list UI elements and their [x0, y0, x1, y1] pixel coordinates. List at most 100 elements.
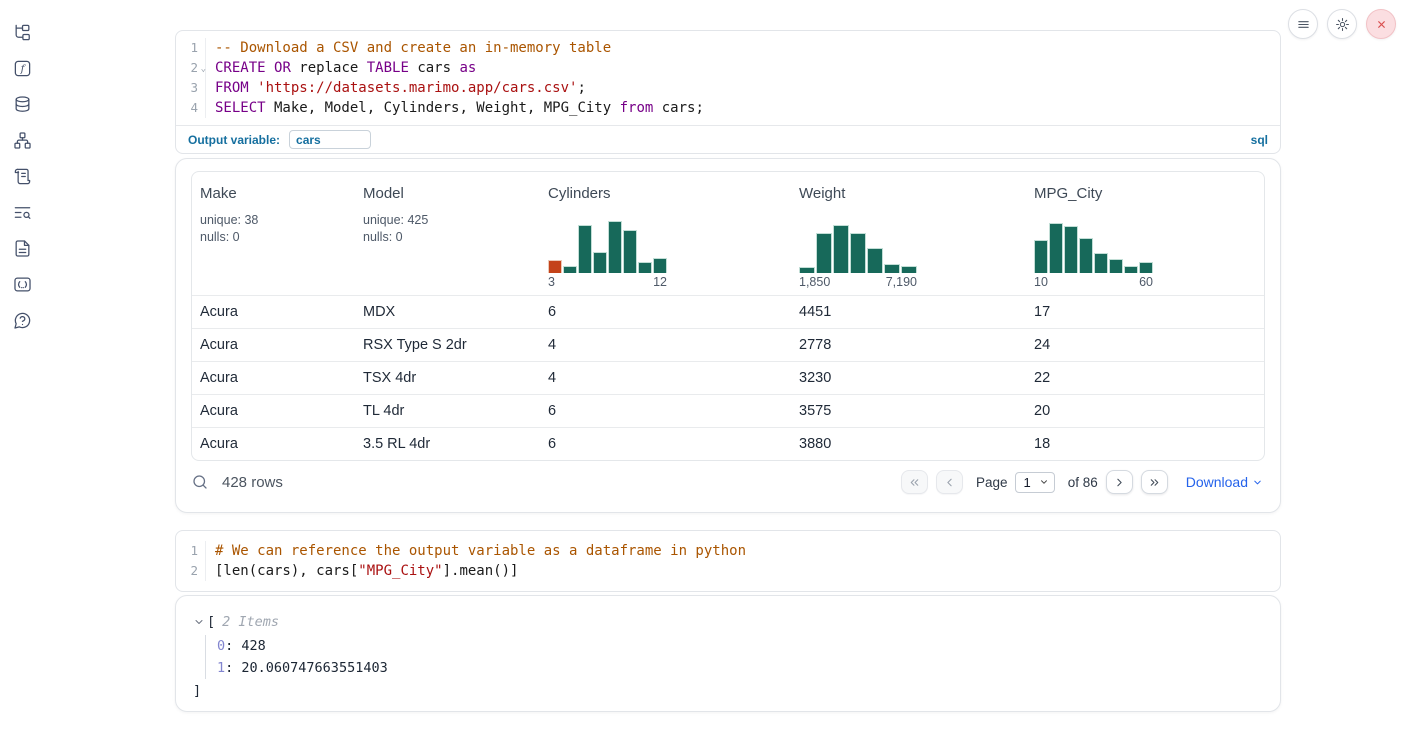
table-cell: 24 [1026, 337, 1265, 353]
table-row: AcuraRSX Type S 2dr4277824 [192, 328, 1264, 361]
table-cell: 22 [1026, 370, 1265, 386]
histogram-bar [593, 252, 607, 273]
dependency-graph-icon [13, 131, 32, 150]
table-header: Make unique: 38 nulls: 0 Model unique: 4… [192, 172, 1264, 295]
function-icon: f [13, 59, 32, 78]
item-value: 20.060747663551403 [241, 660, 387, 676]
histogram-bar [799, 267, 815, 273]
python-cell-editor[interactable]: 1 # We can reference the output variable… [175, 530, 1281, 592]
sidebar-item-help[interactable] [12, 310, 32, 330]
svg-text:f: f [19, 63, 26, 75]
table-cell: 6 [540, 436, 791, 452]
histogram-bar [623, 230, 637, 273]
column-header-model[interactable]: Model unique: 425 nulls: 0 [355, 172, 540, 295]
tree-root-line[interactable]: [ 2 Items [193, 612, 1262, 632]
code-line: 1 # We can reference the output variable… [176, 541, 1280, 561]
code-line: 3 FROM 'https://datasets.marimo.app/cars… [176, 78, 1280, 98]
column-header-cylinders[interactable]: Cylinders 3 12 [540, 172, 791, 295]
help-icon [13, 311, 32, 330]
line-number: 4 [176, 98, 198, 118]
chevrons-left-icon [908, 476, 921, 489]
sidebar-item-documentation[interactable] [12, 238, 32, 258]
code-line: 2⌄ CREATE OR replace TABLE cars as [176, 58, 1280, 78]
table-cell: Acura [192, 337, 355, 353]
sidebar-item-functions[interactable]: f [12, 58, 32, 78]
sidebar-item-scratchpad[interactable] [12, 166, 32, 186]
chevron-right-icon [1113, 476, 1126, 489]
code-editor[interactable]: 1 -- Download a CSV and create an in-mem… [176, 31, 1280, 125]
output-variable-input[interactable] [289, 130, 371, 149]
table-cell: 3575 [791, 403, 1026, 419]
sidebar-item-dependency-graph[interactable] [12, 130, 32, 150]
column-header-weight[interactable]: Weight 1,850 7,190 [791, 172, 1026, 295]
hist-max-label: 7,190 [886, 275, 917, 292]
sidebar: f [0, 0, 44, 729]
table-cell: 17 [1026, 304, 1265, 320]
item-separator: : [225, 660, 241, 676]
table-cell: MDX [355, 304, 540, 320]
last-page-button[interactable] [1141, 470, 1168, 494]
table-cell: 4451 [791, 304, 1026, 320]
language-badge: sql [1251, 133, 1268, 147]
sidebar-item-datasources[interactable] [12, 94, 32, 114]
item-index: 1 [217, 660, 225, 676]
list-item: 0: 428 [217, 635, 1262, 657]
first-page-button[interactable] [901, 470, 928, 494]
download-button[interactable]: Download [1186, 474, 1263, 490]
page-select-value: 1 [1023, 475, 1030, 490]
table-cell: Acura [192, 436, 355, 452]
shutdown-x-icon [1374, 17, 1389, 32]
page-label: Page [976, 475, 1008, 490]
chevron-down-icon[interactable] [193, 616, 205, 628]
menu-button[interactable] [1288, 9, 1318, 39]
code-line: 1 -- Download a CSV and create an in-mem… [176, 38, 1280, 58]
output-variable-label: Output variable: [188, 133, 280, 147]
table-cell: 4 [540, 337, 791, 353]
histogram-bar [867, 248, 883, 273]
next-page-button[interactable] [1106, 470, 1133, 494]
code-text: CREATE OR replace TABLE cars as [206, 58, 476, 78]
column-histogram: 1,850 7,190 [799, 217, 917, 292]
histogram-range-labels: 1,850 7,190 [799, 275, 917, 292]
gutter: 3 [176, 78, 206, 98]
hist-min-label: 1,850 [799, 275, 830, 292]
histogram-bars [548, 217, 667, 273]
chevron-down-icon [1252, 477, 1263, 488]
table-cell: RSX Type S 2dr [355, 337, 540, 353]
sidebar-item-snippets[interactable] [12, 274, 32, 294]
page-select[interactable]: 1 [1015, 472, 1054, 493]
search-icon[interactable] [191, 473, 209, 491]
table-cell: TL 4dr [355, 403, 540, 419]
column-label: Weight [799, 185, 1018, 202]
sql-cell-editor[interactable]: 1 -- Download a CSV and create an in-mem… [175, 30, 1281, 154]
item-value: 428 [241, 638, 265, 654]
sidebar-item-file-tree[interactable] [12, 22, 32, 42]
table-row: AcuraMDX6445117 [192, 295, 1264, 328]
column-label: Make [200, 185, 347, 202]
settings-button[interactable] [1327, 9, 1357, 39]
line-number: 1 [176, 541, 198, 561]
column-header-mpg-city[interactable]: MPG_City 10 60 [1026, 172, 1265, 295]
previous-page-button[interactable] [936, 470, 963, 494]
histogram-bar [1034, 240, 1048, 273]
table-row: Acura3.5 RL 4dr6388018 [192, 427, 1264, 460]
chevron-down-icon [1039, 477, 1049, 487]
code-text: SELECT Make, Model, Cylinders, Weight, M… [206, 98, 704, 118]
item-index: 0 [217, 638, 225, 654]
unique-stat: unique: 425 [363, 212, 532, 229]
document-icon [13, 239, 32, 258]
shutdown-button[interactable] [1366, 9, 1396, 39]
histogram-bar [578, 225, 592, 273]
line-number: 2 [176, 561, 198, 581]
histogram-bar [1109, 259, 1123, 273]
histogram-bar [653, 258, 667, 273]
table-cell: 4 [540, 370, 791, 386]
column-histogram: 3 12 [548, 217, 667, 292]
fold-chevron-icon[interactable]: ⌄ [201, 59, 206, 79]
item-separator: : [225, 638, 241, 654]
hist-max-label: 60 [1139, 275, 1153, 292]
sidebar-item-logs[interactable] [12, 202, 32, 222]
column-header-make[interactable]: Make unique: 38 nulls: 0 [192, 172, 355, 295]
notebook-actions [1288, 9, 1396, 39]
code-editor[interactable]: 1 # We can reference the output variable… [176, 531, 1280, 591]
